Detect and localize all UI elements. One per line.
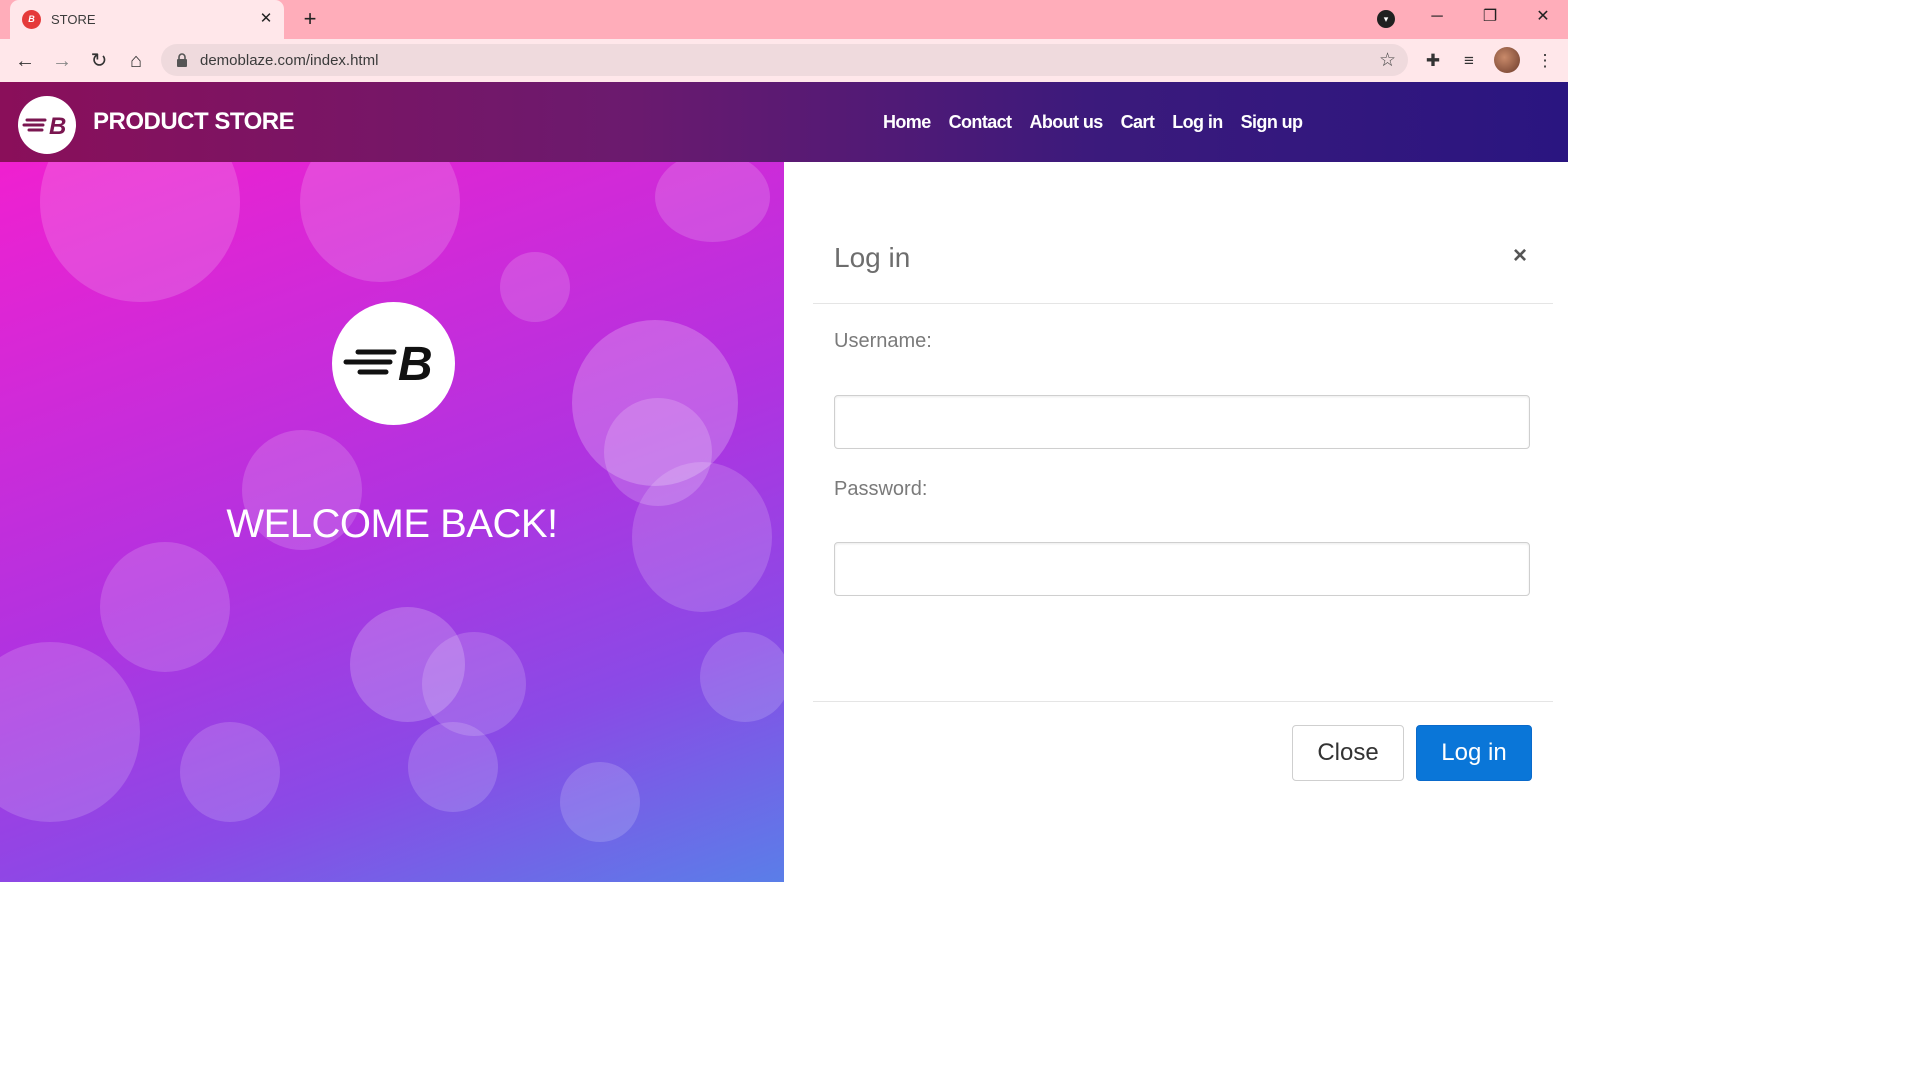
browser-menu-icon[interactable]: ⋮ [1532, 48, 1558, 74]
bokeh-bubble [500, 252, 570, 322]
modal-close-icon[interactable]: × [1508, 244, 1532, 268]
bokeh-bubble [0, 642, 140, 822]
hero-logo-icon: B [332, 302, 455, 425]
brand-name[interactable]: PRODUCT STORE [93, 108, 295, 136]
nav-cart[interactable]: Cart [1121, 112, 1155, 133]
bokeh-bubble [408, 722, 498, 812]
bokeh-bubble [655, 162, 770, 242]
site-navbar: B PRODUCT STORE Home Contact About us Ca… [0, 82, 1568, 162]
reload-icon[interactable]: ↻ [85, 47, 113, 75]
username-input[interactable] [834, 395, 1530, 449]
home-icon[interactable]: ⌂ [122, 47, 150, 75]
login-modal: Log in × Username: Password: Close Log i… [784, 162, 1568, 882]
nav-about-us[interactable]: About us [1029, 112, 1103, 133]
password-input[interactable] [834, 542, 1530, 596]
username-label: Username: [834, 330, 932, 352]
browser-tab-strip: B STORE ✕ + ▾ ─ ❐ ✕ [0, 0, 1568, 39]
brand-logo-icon[interactable]: B [18, 96, 76, 154]
minimize-button[interactable]: ─ [1417, 4, 1457, 30]
tab-search-icon[interactable]: ▾ [1377, 10, 1395, 28]
bokeh-bubble [100, 542, 230, 672]
browser-tab[interactable]: B STORE ✕ [10, 0, 284, 39]
lock-icon [177, 53, 187, 67]
svg-text:B: B [398, 338, 433, 391]
nav-contact[interactable]: Contact [949, 112, 1012, 133]
modal-footer-divider [813, 701, 1553, 702]
extensions-puzzle-icon[interactable]: ✚ [1420, 48, 1446, 74]
bokeh-bubble [180, 722, 280, 822]
modal-title: Log in [834, 242, 911, 273]
favicon-icon: B [22, 10, 41, 29]
bokeh-bubble [300, 162, 460, 282]
address-bar[interactable]: demoblaze.com/index.html ☆ [161, 44, 1408, 76]
bokeh-bubble [700, 632, 784, 722]
back-arrow-icon[interactable]: ← [11, 47, 39, 75]
forward-arrow-icon[interactable]: → [48, 47, 76, 75]
bookmark-star-icon[interactable]: ☆ [1379, 49, 1396, 72]
bokeh-bubble [422, 632, 526, 736]
welcome-hero: B WELCOME BACK! [0, 162, 784, 882]
welcome-heading: WELCOME BACK! [226, 502, 558, 546]
tab-title: STORE [51, 12, 96, 27]
login-button[interactable]: Log in [1416, 725, 1532, 781]
url-text: demoblaze.com/index.html [200, 52, 379, 69]
window-close-button[interactable]: ✕ [1523, 4, 1563, 30]
bokeh-bubble [560, 762, 640, 842]
bokeh-bubble [40, 162, 240, 302]
nav-links: Home Contact About us Cart Log in Sign u… [883, 112, 1303, 133]
password-label: Password: [834, 478, 928, 500]
nav-sign-up[interactable]: Sign up [1241, 112, 1303, 133]
modal-header-divider [813, 303, 1553, 304]
close-button[interactable]: Close [1292, 725, 1404, 781]
reading-list-icon[interactable]: ≡ [1456, 48, 1482, 74]
new-tab-button[interactable]: + [298, 7, 322, 31]
browser-toolbar: ← → ↻ ⌂ demoblaze.com/index.html ☆ ✚ ≡ ⋮ [0, 39, 1568, 82]
nav-log-in[interactable]: Log in [1172, 112, 1223, 133]
nav-home[interactable]: Home [883, 112, 931, 133]
profile-avatar[interactable] [1494, 47, 1520, 73]
svg-text:B: B [49, 113, 66, 140]
restore-button[interactable]: ❐ [1470, 4, 1510, 30]
tab-close-icon[interactable]: ✕ [256, 9, 276, 29]
